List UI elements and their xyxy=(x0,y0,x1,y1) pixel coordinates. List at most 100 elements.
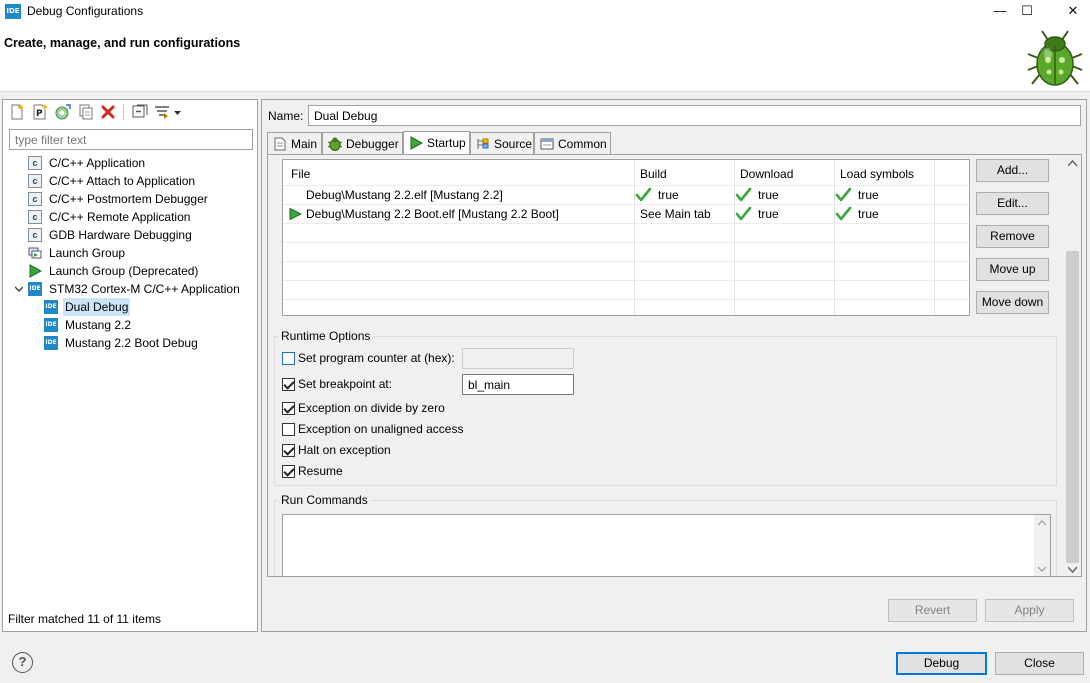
column-header-build[interactable]: Build xyxy=(640,167,667,181)
set-breakpoint-label: Set breakpoint at: xyxy=(298,377,393,391)
chevron-down-icon[interactable] xyxy=(1068,565,1077,574)
tree-item-label: C/C++ Remote Application xyxy=(49,210,191,224)
move-down-button[interactable]: Move down xyxy=(976,291,1049,314)
tree-item-label: C/C++ Attach to Application xyxy=(49,174,196,188)
tree-item-label: Launch Group xyxy=(49,246,126,260)
tab-label: Startup xyxy=(427,136,466,150)
c-icon: c xyxy=(28,174,42,188)
name-label: Name: xyxy=(268,109,304,123)
chevron-down-icon[interactable] xyxy=(1038,566,1046,572)
filter-configurations-icon[interactable] xyxy=(154,104,170,120)
tab-main[interactable]: Main xyxy=(267,132,322,154)
breakpoint-input[interactable] xyxy=(462,374,574,395)
exception-unaligned-checkbox[interactable] xyxy=(282,423,295,436)
row-separator xyxy=(283,280,969,281)
name-input[interactable] xyxy=(308,105,1081,126)
tab-common[interactable]: Common xyxy=(534,132,611,154)
runtime-options-title: Runtime Options xyxy=(278,329,374,343)
tree-item-label: GDB Hardware Debugging xyxy=(49,228,192,242)
chevron-up-icon[interactable] xyxy=(1068,159,1077,168)
close-button[interactable]: Close xyxy=(995,652,1084,675)
tab-source[interactable]: Source xyxy=(470,132,534,154)
chevron-down-icon[interactable] xyxy=(15,285,23,293)
ide-icon: IDE xyxy=(28,282,42,296)
set-program-counter-label: Set program counter at (hex): xyxy=(298,351,455,365)
debugger-bug-icon xyxy=(328,137,342,151)
filter-status: Filter matched 11 of 11 items xyxy=(8,612,161,626)
column-separator xyxy=(734,160,735,315)
filter-input[interactable] xyxy=(9,129,253,150)
chevron-up-icon[interactable] xyxy=(1038,520,1046,526)
exception-divide-by-zero-label: Exception on divide by zero xyxy=(298,401,445,415)
tree-item-label: Launch Group (Deprecated) xyxy=(49,264,199,278)
tree-item-label: STM32 Cortex-M C/C++ Application xyxy=(49,282,240,296)
header-banner: Create, manage, and run configurations xyxy=(0,24,1090,92)
run-commands-scrollbar[interactable] xyxy=(1034,515,1050,576)
move-up-button[interactable]: Move up xyxy=(976,258,1049,281)
check-icon xyxy=(735,187,752,202)
tab-debugger[interactable]: Debugger xyxy=(322,132,403,154)
add-button[interactable]: Add... xyxy=(976,159,1049,182)
build-cell: See Main tab xyxy=(640,207,711,221)
halt-on-exception-label: Halt on exception xyxy=(298,443,391,457)
title-bar: IDE Debug Configurations — ☐ ✕ xyxy=(0,0,1090,24)
source-icon xyxy=(477,138,489,149)
halt-on-exception-checkbox[interactable] xyxy=(282,444,295,457)
column-separator xyxy=(834,160,835,315)
resume-checkbox[interactable] xyxy=(282,465,295,478)
content-scrollbar[interactable] xyxy=(1064,155,1081,576)
help-icon[interactable]: ? xyxy=(12,652,33,673)
load-images-table[interactable]: File Build Download Load symbols Debug\M… xyxy=(282,159,970,316)
tree-item-label: C/C++ Application xyxy=(49,156,146,170)
delete-icon[interactable] xyxy=(100,104,116,120)
apply-button[interactable]: Apply xyxy=(985,599,1074,622)
scrollbar-thumb[interactable] xyxy=(1066,251,1079,563)
play-icon xyxy=(410,136,423,150)
revert-button[interactable]: Revert xyxy=(888,599,977,622)
ide-icon: IDE xyxy=(44,336,58,350)
startup-tab-content: File Build Download Load symbols Debug\M… xyxy=(267,154,1082,577)
tab-label: Main xyxy=(291,137,318,151)
table-row[interactable]: Debug\Mustang 2.2 Boot.elf [Mustang 2.2 … xyxy=(283,205,969,223)
program-counter-input[interactable] xyxy=(462,348,574,369)
tab-label: Source xyxy=(494,137,533,151)
column-header-download[interactable]: Download xyxy=(740,167,793,181)
configuration-tree-pane: P c C/C++ Application xyxy=(2,99,258,632)
set-breakpoint-checkbox[interactable] xyxy=(282,378,295,391)
column-header-file[interactable]: File xyxy=(291,167,310,181)
set-program-counter-checkbox[interactable] xyxy=(282,352,295,365)
column-header-load-symbols[interactable]: Load symbols xyxy=(840,167,914,181)
toolbar-separator xyxy=(123,104,124,120)
play-icon xyxy=(29,264,42,278)
run-commands-textarea[interactable] xyxy=(282,514,1051,576)
export-configuration-icon[interactable] xyxy=(55,104,71,120)
exception-divide-by-zero-checkbox[interactable] xyxy=(282,402,295,415)
close-window-button[interactable]: ✕ xyxy=(1050,0,1090,24)
new-configuration-icon[interactable] xyxy=(9,104,25,120)
chevron-down-icon[interactable] xyxy=(173,104,182,120)
configuration-editor: Name: Main Debugger Startup xyxy=(261,99,1087,632)
edit-button[interactable]: Edit... xyxy=(976,192,1049,215)
row-separator xyxy=(283,242,969,243)
tree-item-stm32-cortex-m[interactable]: IDE STM32 Cortex-M C/C++ Application xyxy=(15,280,255,298)
tab-startup[interactable]: Startup xyxy=(403,131,470,154)
column-separator xyxy=(934,160,935,315)
new-prototype-icon[interactable]: P xyxy=(32,104,48,120)
window-title: Debug Configurations xyxy=(27,4,144,18)
download-cell: true xyxy=(758,188,779,202)
tree-item-label: Dual Debug xyxy=(63,298,131,316)
remove-button[interactable]: Remove xyxy=(976,225,1049,248)
table-row[interactable]: Debug\Mustang 2.2.elf [Mustang 2.2] true… xyxy=(283,186,969,204)
collapse-all-icon[interactable] xyxy=(132,104,148,120)
c-icon: c xyxy=(28,156,42,170)
header-title: Create, manage, and run configurations xyxy=(4,36,241,50)
duplicate-icon[interactable] xyxy=(78,104,94,120)
tree-item-label: C/C++ Postmortem Debugger xyxy=(49,192,208,206)
file-cell: Debug\Mustang 2.2.elf [Mustang 2.2] xyxy=(306,188,503,202)
launch-group-icon xyxy=(28,247,42,259)
c-icon: c xyxy=(28,228,42,242)
check-icon xyxy=(635,187,652,202)
debug-button[interactable]: Debug xyxy=(896,652,987,675)
c-icon: c xyxy=(28,192,42,206)
maximize-button[interactable]: ☐ xyxy=(1004,0,1050,24)
